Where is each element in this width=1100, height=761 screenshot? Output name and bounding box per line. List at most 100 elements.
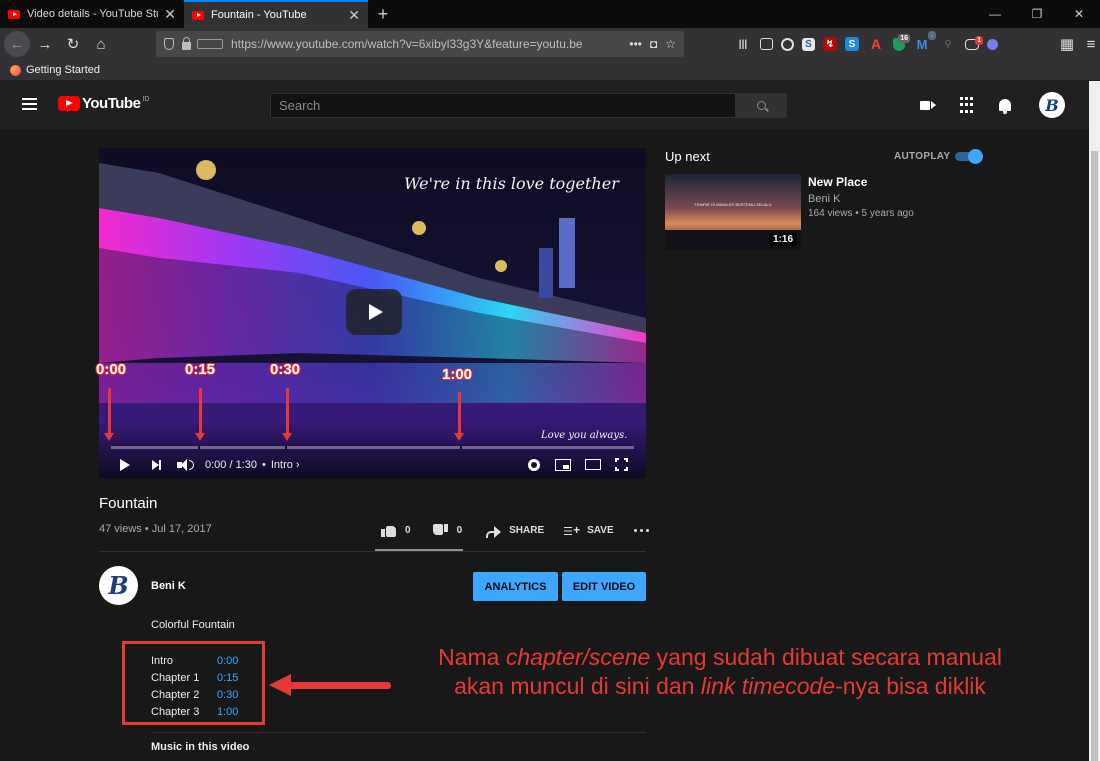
dot-extension-icon[interactable]: [987, 38, 998, 50]
page-scrollbar[interactable]: [1089, 81, 1100, 761]
search-icon: [757, 101, 766, 110]
theater-mode-icon[interactable]: [585, 459, 601, 470]
key-icon[interactable]: ⚲: [939, 35, 957, 53]
search-input[interactable]: Search: [270, 93, 736, 118]
recommended-channel-name[interactable]: Beni K: [808, 193, 840, 205]
chapter-title-button[interactable]: Intro ›: [271, 459, 300, 471]
video-overlay-text: We're in this love together: [404, 174, 619, 193]
youtube-logo[interactable]: YouTube ID: [58, 95, 149, 112]
autoplay-toggle-knob[interactable]: [968, 149, 983, 164]
channel-avatar[interactable]: B: [99, 566, 138, 605]
browser-nav-bar: ← → ↻ ⌂ https://www.youtube.com/watch?v=…: [0, 28, 1100, 60]
back-arrow-icon[interactable]: ←: [4, 31, 30, 57]
youtube-play-icon: [58, 96, 80, 111]
url-bar[interactable]: https://www.youtube.com/watch?v=6xibyl33…: [156, 31, 684, 57]
divider: [151, 732, 646, 733]
big-play-button[interactable]: [346, 289, 402, 335]
timestamp-annotation: 0:15: [185, 361, 216, 378]
shield-extension-icon[interactable]: 16: [893, 33, 910, 51]
minimize-icon[interactable]: —: [974, 0, 1016, 28]
next-icon[interactable]: [152, 460, 161, 470]
extension-icon[interactable]: S: [802, 37, 815, 51]
tab-fountain[interactable]: Fountain - YouTube ✕: [184, 0, 368, 28]
video-duration: 1:16: [768, 233, 797, 246]
thumbs-down-icon[interactable]: [433, 524, 448, 537]
account-icon[interactable]: [781, 37, 794, 51]
scrollbar-thumb[interactable]: [1091, 151, 1098, 761]
pocket-icon[interactable]: ◘: [650, 37, 657, 51]
logo-text: YouTube: [82, 95, 141, 112]
lock-icon[interactable]: [182, 36, 191, 50]
channel-name[interactable]: Beni K: [151, 580, 186, 592]
recommended-video-thumbnail[interactable]: TEMPAT DI MANA ATI BERTEMU SELALU 1:16: [665, 174, 801, 250]
close-tab-icon[interactable]: ✕: [348, 7, 360, 24]
new-tab-icon[interactable]: +: [368, 0, 398, 28]
chapter-marker: [459, 446, 462, 449]
timestamp-annotation: 0:00: [96, 361, 127, 378]
fullscreen-icon[interactable]: [615, 458, 628, 471]
bookmark-star-icon[interactable]: ☆: [665, 37, 676, 51]
home-icon[interactable]: ⌂: [88, 31, 114, 57]
miniplayer-icon[interactable]: [555, 459, 571, 471]
timestamp-arrow: [282, 388, 292, 441]
reload-icon[interactable]: ↻: [60, 31, 86, 57]
analytics-button[interactable]: ANALYTICS: [473, 572, 558, 601]
bookmark-getting-started[interactable]: Getting Started: [26, 64, 100, 76]
progress-bar[interactable]: [111, 446, 634, 449]
tab-title: Video details - YouTube Studio: [27, 8, 158, 20]
music-heading: Music in this video: [151, 741, 250, 753]
shield-icon[interactable]: [164, 38, 174, 50]
timestamp-annotation: 1:00: [442, 366, 473, 383]
permissions-icon[interactable]: [197, 39, 223, 49]
play-icon[interactable]: [120, 459, 130, 471]
video-actions: 0 0 SHARE SAVE: [381, 523, 649, 538]
forward-arrow-icon[interactable]: →: [32, 31, 58, 57]
save-playlist-icon[interactable]: [564, 523, 580, 537]
youtube-favicon-icon: [192, 10, 204, 20]
pdf-icon[interactable]: ↯: [823, 37, 837, 51]
region-code: ID: [142, 96, 150, 103]
library-icon[interactable]: |||: [734, 35, 752, 53]
video-title: Fountain: [99, 495, 158, 512]
tab-youtube-studio[interactable]: Video details - YouTube Studio ✕: [0, 0, 184, 28]
share-button[interactable]: SHARE: [509, 525, 544, 536]
menu-icon[interactable]: ≡: [1078, 31, 1100, 57]
timestamp-arrow: [195, 388, 205, 441]
thumbs-up-icon[interactable]: [381, 524, 396, 537]
account-avatar[interactable]: B: [1039, 92, 1065, 118]
video-player[interactable]: We're in this love together Love you alw…: [99, 148, 646, 478]
settings-gear-icon[interactable]: [528, 459, 540, 471]
search-button[interactable]: [736, 93, 787, 118]
url-text[interactable]: https://www.youtube.com/watch?v=6xibyl33…: [231, 37, 629, 51]
video-meta: 47 views • Jul 17, 2017: [99, 523, 212, 535]
share-icon[interactable]: [486, 525, 502, 538]
hamburger-menu-icon[interactable]: [22, 98, 37, 110]
player-controls: 0:00 / 1:30 • Intro ›: [99, 452, 646, 478]
volume-icon[interactable]: [177, 459, 194, 471]
apps-grid-icon[interactable]: [959, 96, 973, 114]
notifications-bell-icon[interactable]: [998, 96, 1012, 114]
chapter-marker: [285, 446, 288, 449]
close-tab-icon[interactable]: ✕: [164, 6, 176, 23]
dislike-count: 0: [456, 525, 463, 536]
close-window-icon[interactable]: ✕: [1058, 0, 1100, 28]
sidebar-icon[interactable]: [760, 38, 773, 50]
tab-title: Fountain - YouTube: [211, 9, 307, 21]
adobe-icon[interactable]: A: [867, 35, 885, 53]
more-dots-icon[interactable]: •••: [629, 37, 642, 51]
create-video-icon[interactable]: [920, 96, 936, 114]
description-text: Colorful Fountain: [151, 619, 235, 631]
save-button[interactable]: SAVE: [587, 525, 614, 536]
restore-icon[interactable]: ❐: [1016, 0, 1058, 28]
like-count: 0: [405, 525, 411, 536]
separator-dot: •: [262, 459, 266, 471]
m-extension-icon[interactable]: M2: [913, 31, 936, 53]
mask-icon[interactable]: 1: [965, 35, 983, 50]
annotation-text: Nama chapter/scene yang sudah dibuat sec…: [438, 644, 1002, 699]
edit-video-button[interactable]: EDIT VIDEO: [562, 572, 646, 601]
more-actions-icon[interactable]: [633, 529, 649, 532]
stylus-icon[interactable]: S: [845, 37, 859, 51]
window-controls: — ❐ ✕: [974, 0, 1100, 28]
puzzle-icon[interactable]: ▦: [1054, 31, 1080, 57]
recommended-video-title[interactable]: New Place: [808, 175, 867, 189]
